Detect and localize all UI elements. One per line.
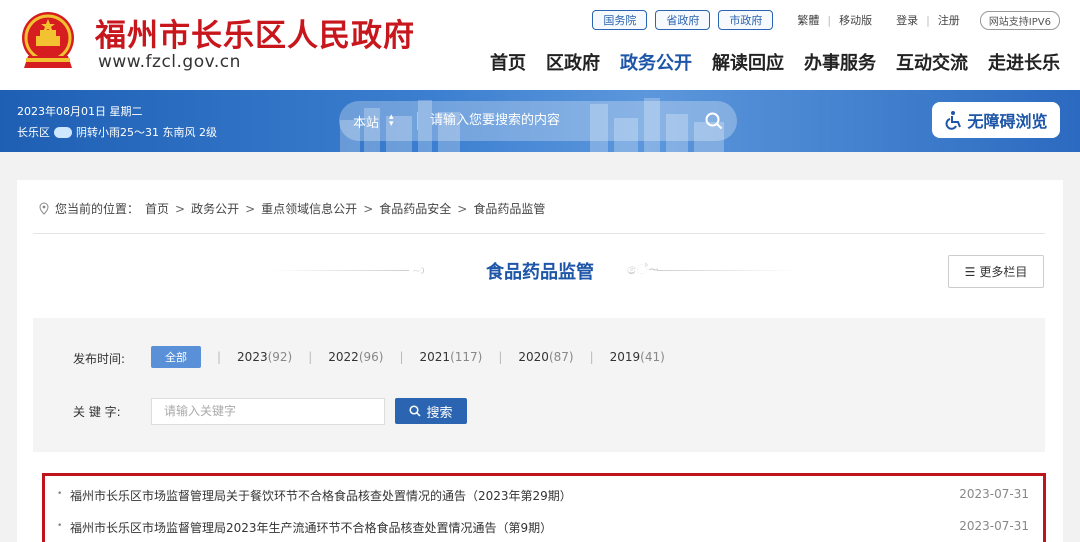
filter-box: 发布时间: 全部 | 2023(92) | 2022(96) | 2021(11… — [33, 318, 1045, 452]
article-date: 2023-07-31 — [959, 519, 1029, 533]
ipv6-badge: 网站支持IPV6 — [979, 10, 1060, 30]
more-columns-label: 更多栏目 — [979, 265, 1028, 279]
keyword-input[interactable]: 请输入关键字 — [151, 398, 385, 425]
breadcrumb-gov-affairs[interactable]: 政务公开 — [191, 200, 239, 217]
search-button[interactable] — [691, 101, 737, 141]
content-panel: 您当前的位置： 首页 > 政务公开 > 重点领域信息公开 > 食品药品安全 > … — [17, 180, 1063, 542]
article-list: • 福州市长乐区市场监督管理局关于餐饮环节不合格食品核查处置情况的通告（2023… — [42, 473, 1046, 542]
search-input[interactable]: 请输入您要搜索的内容 — [417, 112, 691, 130]
filter-year-2022[interactable]: 2022(96) — [328, 350, 383, 364]
register-link[interactable]: 注册 — [938, 12, 960, 28]
list-icon: ☰ — [964, 264, 976, 279]
keyword-search-button[interactable]: 搜索 — [395, 398, 467, 424]
keyword-search-label: 搜索 — [426, 405, 453, 421]
filter-all-button[interactable]: 全部 — [151, 346, 201, 368]
current-date: 2023年08月01日 星期二 — [17, 105, 143, 118]
breadcrumb-key-areas[interactable]: 重点领域信息公开 — [261, 200, 357, 217]
breadcrumb-food-drug-safety[interactable]: 食品药品安全 — [379, 200, 451, 217]
top-links: 国务院 省政府 市政府 繁體 | 移动版 登录 | 注册 网站支持IPV6 — [592, 10, 1060, 30]
link-state-council[interactable]: 国务院 — [592, 10, 648, 30]
link-provincial-gov[interactable]: 省政府 — [655, 10, 711, 30]
article-date: 2023-07-31 — [959, 487, 1029, 501]
list-item[interactable]: • 福州市长乐区市场监督管理局2023年生产流通环节不合格食品核查处置情况通告（… — [45, 512, 1043, 542]
link-city-gov[interactable]: 市政府 — [718, 10, 774, 30]
search-icon — [409, 405, 422, 417]
swirl-ornament-right-icon: ේ~ — [627, 262, 660, 278]
wheelchair-icon — [946, 111, 962, 130]
accessibility-button[interactable]: 无障碍浏览 — [932, 102, 1060, 138]
cloud-icon — [54, 126, 72, 138]
site-title: 福州市长乐区人民政府 — [95, 18, 415, 54]
filter-year-2023[interactable]: 2023(92) — [237, 350, 292, 364]
article-title[interactable]: 福州市长乐区市场监督管理局2023年生产流通环节不合格食品核查处置情况通告（第9… — [70, 519, 552, 536]
divider — [33, 233, 1045, 234]
site-search-box: 本站 ▴ ▾ 请输入您要搜索的内容 — [339, 101, 737, 141]
filter-year-2020[interactable]: 2020(87) — [518, 350, 573, 364]
bullet-icon: • — [57, 521, 63, 531]
traditional-chinese-link[interactable]: 繁體 — [797, 12, 819, 28]
weather-info: 长乐区 阴转小雨25～31 东南风 2级 — [17, 124, 217, 140]
accessibility-label: 无障碍浏览 — [967, 112, 1048, 131]
nav-home[interactable]: 首页 — [490, 49, 526, 75]
site-url: www.fzcl.gov.cn — [98, 52, 241, 72]
list-item[interactable]: • 福州市长乐区市场监督管理局关于餐饮环节不合格食品核查处置情况的通告（2023… — [45, 480, 1043, 510]
login-link[interactable]: 登录 — [896, 12, 918, 28]
nav-about-changle[interactable]: 走进长乐 — [988, 49, 1060, 75]
more-columns-button[interactable]: ☰ 更多栏目 — [948, 255, 1044, 288]
title-ornament-right — [657, 270, 797, 271]
weather-text: 阴转小雨25～31 东南风 2级 — [76, 126, 217, 139]
search-scope-label: 本站 — [353, 115, 380, 131]
mobile-version-link[interactable]: 移动版 — [839, 12, 872, 28]
national-emblem-icon — [22, 12, 74, 68]
separator: | — [827, 13, 832, 27]
bullet-icon: • — [57, 489, 63, 499]
nav-gov-affairs[interactable]: 政务公开 — [620, 49, 692, 75]
section-title: 食品药品监管 — [486, 262, 594, 283]
year-filter: 全部 | 2023(92) | 2022(96) | 2021(117) | 2… — [151, 346, 665, 368]
publish-time-label: 发布时间: — [73, 352, 126, 366]
filter-year-2021[interactable]: 2021(117) — [420, 350, 483, 364]
main-nav: 首页 区政府 政务公开 解读回应 办事服务 互动交流 走进长乐 — [490, 49, 1060, 75]
search-icon — [705, 112, 723, 130]
filter-year-2019[interactable]: 2019(41) — [610, 350, 665, 364]
location-pin-icon — [39, 202, 49, 215]
breadcrumb-prefix: 您当前的位置： — [55, 202, 140, 216]
site-header: 福州市长乐区人民政府 www.fzcl.gov.cn 国务院 省政府 市政府 繁… — [0, 0, 1080, 90]
nav-district-gov[interactable]: 区政府 — [546, 49, 600, 75]
updown-arrow-icon: ▴ ▾ — [389, 112, 394, 129]
nav-interpretation[interactable]: 解读回应 — [712, 49, 784, 75]
location-label: 长乐区 — [17, 126, 50, 139]
article-title[interactable]: 福州市长乐区市场监督管理局关于餐饮环节不合格食品核查处置情况的通告（2023年第… — [70, 487, 572, 504]
breadcrumb: 您当前的位置： 首页 > 政务公开 > 重点领域信息公开 > 食品药品安全 > … — [39, 200, 545, 217]
keyword-label: 关 键 字: — [73, 405, 121, 419]
breadcrumb-current[interactable]: 食品药品监管 — [473, 200, 545, 217]
nav-interaction[interactable]: 互动交流 — [896, 49, 968, 75]
search-scope-select[interactable]: 本站 ▴ ▾ — [339, 112, 417, 131]
nav-services[interactable]: 办事服务 — [804, 49, 876, 75]
breadcrumb-home[interactable]: 首页 — [145, 200, 169, 217]
separator: | — [926, 13, 930, 27]
